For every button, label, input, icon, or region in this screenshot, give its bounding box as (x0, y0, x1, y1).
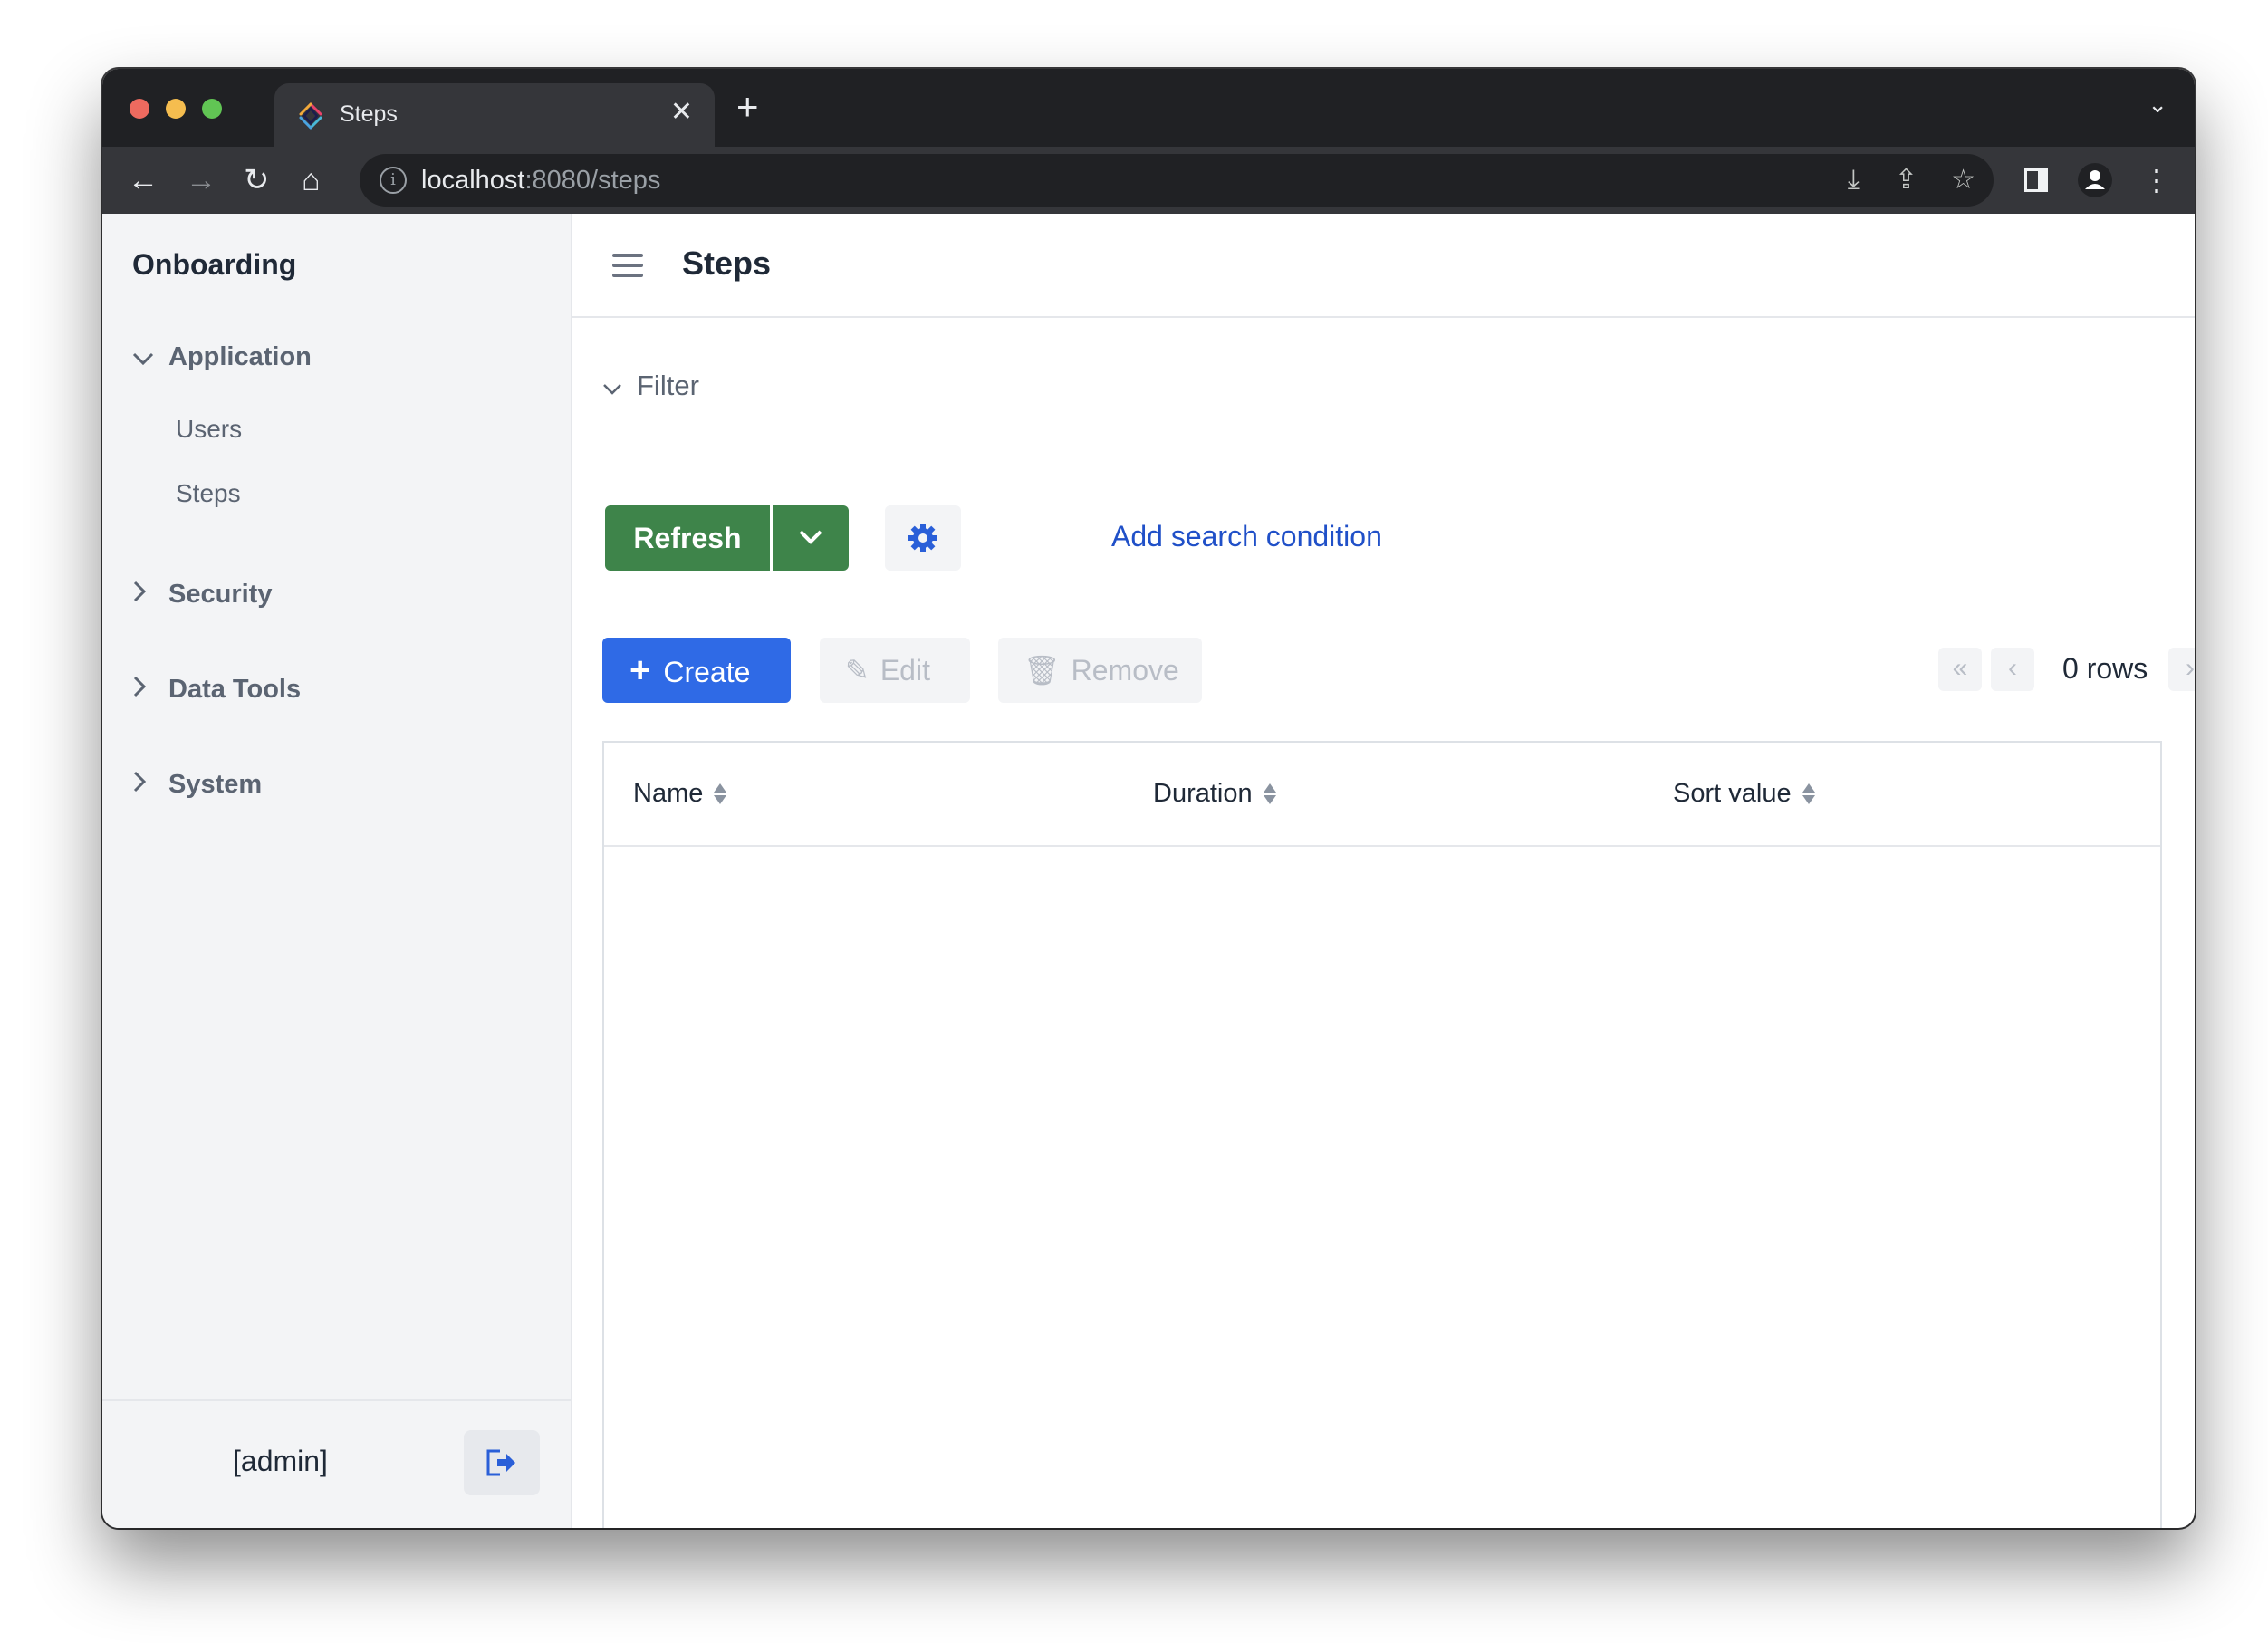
chevron-down-icon (799, 530, 822, 544)
sort-icon[interactable] (1802, 783, 1815, 805)
app-brand: Onboarding (132, 248, 297, 281)
bookmark-star-icon[interactable]: ☆ (1951, 165, 1975, 196)
plus-icon: + (629, 650, 651, 690)
add-search-condition-link[interactable]: Add search condition (1111, 520, 1382, 553)
trash-icon: 🗑 (1023, 654, 1061, 687)
main-area: Steps Filter Refresh Add search conditio… (572, 214, 2195, 1528)
current-user: [admin] (233, 1445, 328, 1477)
sidebar-item-users[interactable]: Users (176, 415, 242, 444)
filter-toggle[interactable]: Filter (602, 370, 699, 402)
logout-icon (486, 1449, 515, 1476)
window-zoom-button[interactable] (202, 99, 222, 119)
close-icon[interactable]: ✕ (670, 96, 693, 128)
sort-icon[interactable] (1263, 783, 1276, 805)
logout-button[interactable] (464, 1430, 540, 1495)
browser-tab[interactable]: Steps ✕ (274, 83, 715, 147)
sidebar-group-system[interactable]: System (132, 770, 262, 800)
steps-table: Name Duration Sort value (602, 741, 2162, 1528)
chevron-down-icon (132, 342, 159, 372)
hamburger-icon[interactable] (612, 254, 643, 277)
sidebar: Onboarding Application Users Steps Secur… (102, 214, 572, 1528)
forward-icon[interactable]: → (186, 158, 216, 203)
sidebar-group-application[interactable]: Application (132, 342, 312, 372)
sidebar-group-label: System (168, 770, 263, 799)
chevron-right-icon (132, 770, 159, 800)
app-logo-icon (299, 102, 322, 130)
app-content: Onboarding Application Users Steps Secur… (102, 214, 2195, 1528)
window-close-button[interactable] (130, 99, 149, 119)
filter-label: Filter (637, 370, 699, 401)
table-header: Name Duration Sort value (604, 743, 2160, 847)
back-icon[interactable]: ← (128, 158, 159, 203)
next-page-button[interactable]: › (2168, 648, 2195, 691)
new-tab-button[interactable]: + (736, 87, 759, 127)
chevron-down-icon (602, 370, 629, 402)
filter-settings-button[interactable] (885, 505, 961, 571)
chevron-right-icon (132, 675, 159, 705)
reload-icon[interactable]: ↻ (244, 158, 270, 203)
sidebar-group-label: Application (168, 342, 312, 371)
gear-icon (908, 524, 937, 552)
chevron-right-icon (132, 580, 159, 610)
browser-window: Steps ✕ + ⌄ ← → ↻ ⌂ i localhost:8080/ste… (102, 69, 2195, 1528)
prev-page-button[interactable]: ‹ (1991, 648, 2034, 691)
page-header: Steps (572, 214, 2195, 318)
browser-toolbar: ← → ↻ ⌂ i localhost:8080/steps ⤓ ⇪ ☆ ⋮ (102, 147, 2195, 214)
install-app-icon[interactable]: ⤓ (1848, 165, 1860, 196)
sidebar-footer: [admin] (102, 1399, 571, 1528)
window-minimize-button[interactable] (166, 99, 186, 119)
tab-bar: Steps ✕ + ⌄ (102, 69, 2195, 147)
rows-count: 0 rows (2062, 652, 2148, 685)
side-panel-icon[interactable] (2023, 158, 2050, 207)
column-header-name[interactable]: Name (633, 779, 727, 809)
create-button[interactable]: + Create (602, 638, 791, 703)
edit-button[interactable]: ✎ Edit (820, 638, 970, 703)
sort-icon[interactable] (714, 783, 727, 805)
first-page-button[interactable]: « (1938, 648, 1982, 691)
site-info-icon[interactable]: i (380, 167, 407, 194)
sidebar-group-data-tools[interactable]: Data Tools (132, 675, 301, 705)
sidebar-group-label: Data Tools (168, 675, 302, 704)
remove-button[interactable]: 🗑 Remove (998, 638, 1202, 703)
chevron-down-icon[interactable]: ⌄ (2148, 91, 2167, 119)
tab-title: Steps (340, 101, 398, 127)
pencil-icon: ✎ (845, 654, 870, 687)
sidebar-group-security[interactable]: Security (132, 580, 272, 610)
url-text: localhost:8080/steps (421, 166, 661, 195)
share-icon[interactable]: ⇪ (1895, 165, 1917, 196)
home-icon[interactable]: ⌂ (302, 158, 321, 203)
sidebar-group-label: Security (168, 580, 273, 609)
more-menu-icon[interactable]: ⋮ (2142, 158, 2171, 203)
page-title: Steps (682, 245, 772, 282)
column-header-sort-value[interactable]: Sort value (1673, 779, 1815, 809)
address-bar[interactable]: i localhost:8080/steps ⤓ ⇪ ☆ (360, 154, 1994, 207)
sidebar-item-steps[interactable]: Steps (176, 479, 241, 508)
refresh-button[interactable]: Refresh (605, 505, 770, 571)
refresh-options-button[interactable] (773, 505, 849, 571)
column-header-duration[interactable]: Duration (1153, 779, 1276, 809)
profile-icon[interactable] (2077, 158, 2113, 211)
